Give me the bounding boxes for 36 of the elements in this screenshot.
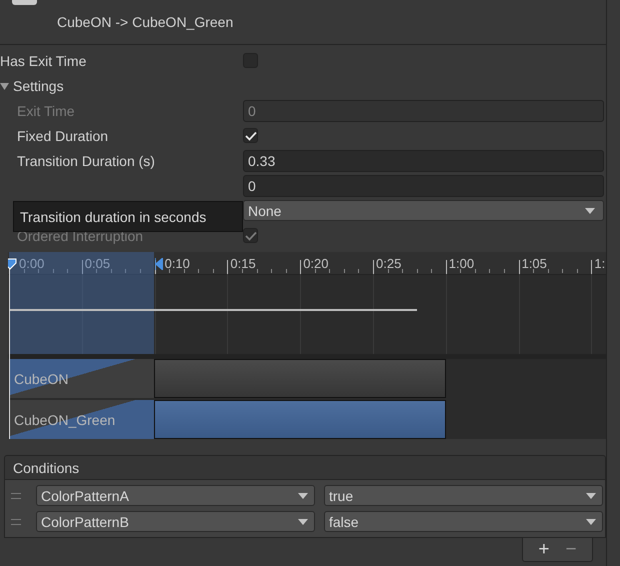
transition-end-marker-icon[interactable] [155,258,163,270]
dropdown-arrow-icon [298,518,308,524]
time-label: 0:15 [230,256,256,271]
time-label: 0:20 [303,256,328,271]
tooltip: Transition duration in seconds [13,201,243,232]
time-label: 1:00 [448,256,474,271]
drag-handle-icon[interactable] [11,518,21,524]
number-field[interactable]: 0.33 [243,150,604,172]
checkbox[interactable] [243,128,258,143]
value-dropdown[interactable]: false [324,511,603,532]
time-label: 0:10 [164,256,190,271]
dropdown-arrow-icon [298,492,308,498]
conditions-header: Conditions [4,455,606,480]
transition-title: CubeON -> CubeON_Green [57,14,234,30]
dropdown-arrow-icon [586,518,596,524]
expand-triangle-icon[interactable] [0,80,10,90]
remove-button[interactable]: − [560,538,583,560]
drag-handle-icon[interactable] [11,492,21,498]
dropdown-arrow-icon [585,208,595,214]
dropdown-arrow-icon [586,492,596,498]
dropdown[interactable]: None [243,200,604,221]
time-label: 0:05 [84,256,110,271]
field-label: Has Exit Time [0,52,88,68]
value-dropdown[interactable]: true [324,485,603,506]
time-label: 0:25 [376,256,402,271]
time-label: 1:05 [522,256,547,271]
time-label: 1: [594,256,606,271]
field-label: Exit Time [16,102,76,118]
field-label: Transition Duration (s) [16,152,156,168]
number-field[interactable]: 0 [243,174,604,196]
parameter-dropdown[interactable]: ColorPatternB [36,511,315,532]
field-label: Fixed Duration [16,128,110,144]
add-button[interactable]: + [532,538,556,560]
time-label: 0:00 [19,256,44,271]
settings-foldout[interactable]: Settings [0,78,64,94]
parameter-dropdown[interactable]: ColorPatternA [36,485,315,506]
